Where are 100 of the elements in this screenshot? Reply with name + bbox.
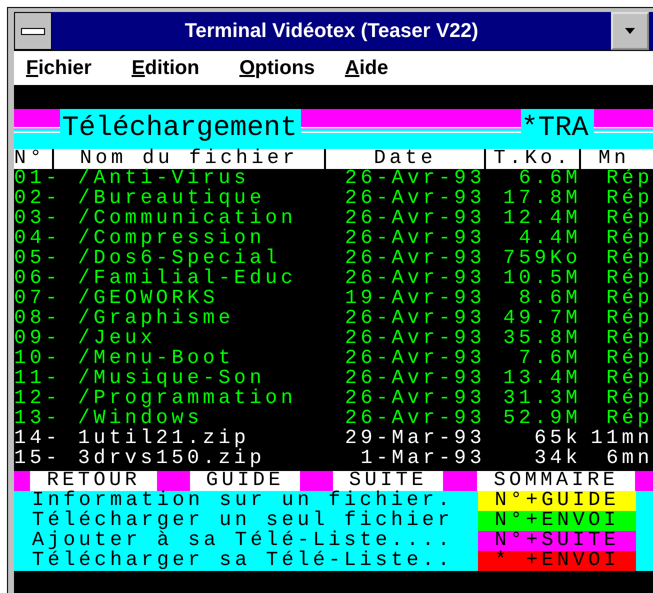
column-header: Nom du fichier bbox=[54, 149, 326, 169]
table-cell-text: 13.4M bbox=[502, 369, 582, 389]
table-cell-text: Rép bbox=[605, 389, 653, 409]
key-combination: * +ENVOI bbox=[478, 551, 636, 571]
table-cell-text: /Jeux bbox=[78, 329, 156, 349]
table-cell-text: Rép bbox=[605, 189, 653, 209]
table-cell-text: 13- bbox=[14, 409, 62, 429]
table-cell-text: /GEOWORKS bbox=[78, 289, 218, 309]
system-menu-button[interactable] bbox=[14, 12, 52, 50]
table-cell-text: 26-Avr-93 bbox=[344, 329, 486, 349]
action-description: Télécharger sa Télé-Liste.. bbox=[31, 551, 454, 571]
table-cell-text: /Anti-Virus bbox=[78, 169, 250, 189]
table-cell-text: 26-Avr-93 bbox=[344, 229, 486, 249]
table-cell-text: /Menu-Boot bbox=[78, 349, 234, 369]
menu-item[interactable]: Aide bbox=[344, 56, 388, 80]
table-cell-text: 07- bbox=[14, 289, 62, 309]
table-cell-text: 26-Avr-93 bbox=[344, 389, 486, 409]
table-cell-text: /Dos6-Special bbox=[78, 249, 281, 269]
table-cell-text: 31.3M bbox=[502, 389, 582, 409]
table-cell-text: 02- bbox=[14, 189, 62, 209]
table-cell-text: 04- bbox=[14, 229, 62, 249]
table-cell-text: 12.4M bbox=[502, 209, 582, 229]
table-cell-text: /Graphisme bbox=[78, 309, 235, 329]
table-cell-text: /Communication bbox=[78, 209, 298, 229]
key-combination: N°+ENVOI bbox=[478, 511, 636, 531]
table-cell-text: 3drvs150.zip bbox=[78, 449, 266, 469]
table-cell-text: Rép bbox=[605, 349, 653, 369]
table-cell-text: 08- bbox=[14, 309, 62, 329]
function-key[interactable]: RETOUR bbox=[30, 471, 157, 491]
key-combination: N°+SUITE bbox=[478, 531, 636, 551]
table-cell-text: Rép bbox=[605, 169, 653, 189]
table-cell-text: 34k bbox=[533, 449, 582, 469]
table-cell-text: /Bureautique bbox=[78, 189, 266, 209]
table-cell-text: 14- bbox=[14, 429, 62, 449]
table-cell-text: 8.6M bbox=[518, 289, 582, 309]
window-title: Terminal Vidéotex (Teaser V22) bbox=[184, 20, 480, 42]
table-cell-text: 26-Avr-93 bbox=[344, 209, 486, 229]
table-cell-text: 4.4M bbox=[518, 229, 582, 249]
table-cell-text: 65k bbox=[533, 429, 582, 449]
table-cell-text: 19-Avr-93 bbox=[344, 289, 486, 309]
table-cell-text: 09- bbox=[14, 329, 62, 349]
table-cell-text: 26-Avr-93 bbox=[344, 309, 486, 329]
table-cell-text: 35.8M bbox=[502, 329, 582, 349]
table-cell-text: Rép bbox=[605, 269, 653, 289]
table-cell-text: 49.7M bbox=[502, 309, 582, 329]
table-cell-text: 26-Avr-93 bbox=[344, 249, 486, 269]
table-cell-text: 1-Mar-93 bbox=[359, 449, 486, 469]
table-cell-text: 17.8M bbox=[502, 189, 582, 209]
table-cell-text: Rép bbox=[605, 249, 653, 269]
table-cell-text: 26-Avr-93 bbox=[344, 349, 486, 369]
function-key[interactable]: GUIDE bbox=[190, 471, 300, 491]
table-cell-text: 26-Avr-93 bbox=[344, 169, 486, 189]
down-triangle-icon bbox=[623, 26, 637, 36]
table-cell-text: 26-Avr-93 bbox=[344, 189, 486, 209]
table-cell-text: Rép bbox=[605, 369, 653, 389]
table-cell-text: 03- bbox=[14, 209, 62, 229]
table-cell-text: /Compression bbox=[78, 229, 266, 249]
table-cell-text: Rép bbox=[605, 309, 653, 329]
table-cell-text: /Windows bbox=[78, 409, 203, 429]
table-cell-text: Rép bbox=[605, 289, 653, 309]
table-cell-text: Rép bbox=[605, 209, 653, 229]
table-cell-text: Rép bbox=[605, 229, 653, 249]
table-cell-text: /Musique-Son bbox=[78, 369, 266, 389]
table-cell-text: Rép bbox=[606, 409, 653, 429]
table-cell-text: 12- bbox=[14, 389, 62, 409]
table-cell-text: 11- bbox=[14, 369, 62, 389]
table-cell-text: 52.9M bbox=[502, 409, 582, 429]
table-cell-text: 11mn bbox=[590, 429, 653, 449]
table-cell-text: 01- bbox=[14, 169, 62, 189]
table-cell-text: 06- bbox=[14, 269, 62, 289]
column-header: Mn bbox=[597, 149, 630, 169]
table-cell-text: 05- bbox=[14, 249, 62, 269]
menu-item[interactable]: Edition bbox=[132, 56, 200, 80]
function-key[interactable]: SUITE bbox=[333, 471, 443, 491]
menu-item[interactable]: Options bbox=[239, 56, 315, 80]
function-key[interactable]: SOMMAIRE bbox=[477, 471, 635, 491]
table-cell-text: 10- bbox=[14, 349, 62, 369]
table-cell-text: 26-Avr-93 bbox=[344, 409, 486, 429]
action-description: Ajouter à sa Télé-Liste.... bbox=[31, 531, 454, 551]
menu-item[interactable]: Fichier bbox=[26, 56, 92, 80]
table-cell-text: 6.6M bbox=[518, 169, 582, 189]
action-description: Télécharger un seul fichier bbox=[31, 511, 454, 531]
table-cell-text: 1util21.zip bbox=[78, 429, 250, 449]
table-cell-text: 15- bbox=[14, 449, 62, 469]
column-header: T.Ko. bbox=[486, 149, 581, 169]
table-cell-text: /Programmation bbox=[78, 389, 298, 409]
table-cell-text: 6mn bbox=[605, 449, 653, 469]
table-cell-text: /Familial-Educ bbox=[78, 269, 298, 289]
table-cell-text: 7.6M bbox=[518, 349, 582, 369]
minimize-button[interactable] bbox=[611, 12, 649, 50]
table-cell-text: 29-Mar-93 bbox=[344, 429, 486, 449]
key-combination: N°+GUIDE bbox=[478, 491, 636, 511]
table-cell-text: 26-Avr-93 bbox=[344, 369, 486, 389]
table-cell-text: 10.5M bbox=[502, 269, 582, 289]
column-header: Date bbox=[326, 149, 486, 169]
table-cell-text: Rép bbox=[605, 329, 653, 349]
column-header: N° bbox=[14, 149, 54, 169]
table-cell-text: 759Ko bbox=[502, 249, 582, 269]
action-description: Information sur un fichier. bbox=[31, 491, 454, 511]
table-cell-text: 26-Avr-93 bbox=[344, 269, 486, 289]
